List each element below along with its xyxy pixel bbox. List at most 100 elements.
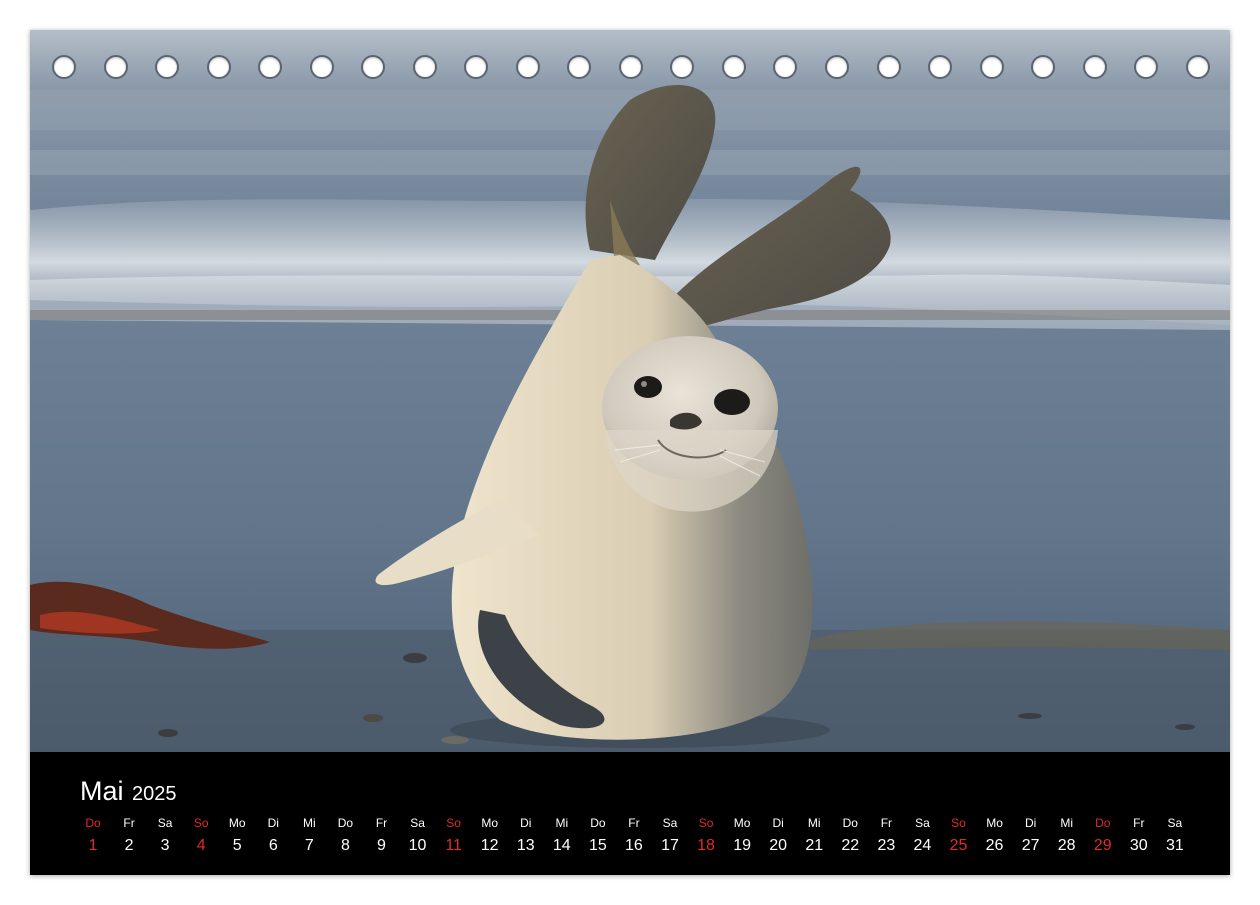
day-number: 30 <box>1129 837 1148 854</box>
day-cell: Do 8 <box>327 814 363 864</box>
day-number: 22 <box>841 837 860 854</box>
binding-hole <box>1185 55 1210 79</box>
day-number: 7 <box>304 837 314 854</box>
weekday-label: Do <box>337 816 354 830</box>
day-cell: Sa 3 <box>147 814 183 864</box>
seal-photo-illustration <box>30 30 1230 752</box>
binding-hole <box>1134 55 1159 79</box>
day-number: 3 <box>160 837 170 854</box>
day-number: 8 <box>340 837 350 854</box>
weekday-label: So <box>446 816 461 830</box>
month-title: Mai 2025 <box>80 776 176 807</box>
weekday-label: Di <box>267 816 279 830</box>
binding-hole <box>670 55 695 79</box>
day-cell: Di 27 <box>1013 814 1049 864</box>
weekday-label: Do <box>85 816 101 830</box>
day-cell: Mo 12 <box>472 814 508 864</box>
weekday-label: Mi <box>807 816 821 830</box>
day-number: 26 <box>985 837 1004 854</box>
day-cell: Sa 31 <box>1157 814 1193 864</box>
weekday-label: Mo <box>228 816 246 830</box>
day-cell: Di 6 <box>255 814 291 864</box>
weekday-label: Di <box>520 816 532 830</box>
day-number: 12 <box>480 837 499 854</box>
day-number: 11 <box>445 837 462 854</box>
weekday-label: Sa <box>157 816 173 830</box>
day-number: 16 <box>625 837 643 854</box>
day-number: 21 <box>805 837 824 854</box>
weekday-label: Do <box>590 816 606 830</box>
day-cell: So 11 <box>436 814 472 864</box>
binding-hole <box>773 55 798 79</box>
binding-hole <box>258 55 283 79</box>
day-cell: Mi 28 <box>1049 814 1085 864</box>
binding-hole <box>464 55 489 79</box>
binding-hole <box>928 55 953 79</box>
day-cell: Mo 19 <box>724 814 760 864</box>
weekday-label: Fr <box>375 816 388 830</box>
day-number: 10 <box>408 837 427 854</box>
day-cell: Fr 9 <box>364 814 400 864</box>
weekday-label: Fr <box>628 816 640 830</box>
day-cell: Fr 2 <box>111 814 147 864</box>
day-cell: Mi 21 <box>796 814 832 864</box>
day-number: 25 <box>949 837 968 854</box>
binding-hole <box>824 55 849 79</box>
day-cell: Sa 10 <box>400 814 436 864</box>
binding-hole <box>721 55 746 79</box>
binding-hole <box>876 55 901 79</box>
weekday-label: Fr <box>123 816 135 830</box>
month-year: 2025 <box>131 783 177 805</box>
binding-hole <box>515 55 540 79</box>
weekday-label: Sa <box>410 816 425 830</box>
day-cell: Do 1 <box>75 814 111 864</box>
binding-hole <box>567 55 592 79</box>
day-number: 5 <box>232 837 242 854</box>
weekday-label: Do <box>1095 816 1111 830</box>
binding-hole <box>309 55 334 79</box>
day-row: Do 1 Fr 2 Sa 3 So 4 Mo 5 Di 6 Mi 7 Do 8 Fr 9 Sa 10 So 11 Mo 12 D… <box>75 814 1193 864</box>
day-cell: Mo 26 <box>977 814 1013 864</box>
day-cell: Fr 16 <box>616 814 652 864</box>
day-number: 18 <box>697 837 715 854</box>
day-number: 6 <box>268 837 278 854</box>
day-cell: Mo 5 <box>219 814 255 864</box>
weekday-label: Mo <box>481 816 499 830</box>
day-cell: Fr 23 <box>868 814 904 864</box>
binding-hole <box>103 55 128 79</box>
day-cell: So 18 <box>688 814 724 864</box>
weekday-label: Mo <box>733 816 751 830</box>
day-cell: Di 13 <box>508 814 544 864</box>
day-number: 9 <box>377 837 386 854</box>
day-cell: Fr 30 <box>1121 814 1157 864</box>
day-cell: Do 22 <box>832 814 868 864</box>
seal-photo <box>30 30 1230 752</box>
weekday-label: So <box>193 816 209 830</box>
calendar-strip: Mai 2025 Do 1 Fr 2 Sa 3 So 4 Mo 5 Di 6 Mi 7 Do 8 Fr 9 Sa 10… <box>30 752 1230 875</box>
month-name: Mai <box>80 776 124 806</box>
weekday-label: Mi <box>303 816 316 830</box>
day-cell: Mi 7 <box>291 814 327 864</box>
weekday-label: Sa <box>915 816 930 830</box>
day-number: 4 <box>196 837 206 854</box>
weekday-label: Mo <box>986 816 1003 830</box>
binding-hole <box>1082 55 1107 79</box>
day-number: 13 <box>516 837 535 854</box>
binding-hole <box>412 55 437 79</box>
weekday-label: Fr <box>1133 816 1145 830</box>
binding-hole <box>979 55 1004 79</box>
day-number: 28 <box>1057 837 1076 854</box>
day-number: 2 <box>124 837 134 854</box>
day-number: 19 <box>733 837 752 854</box>
binding-hole <box>361 55 386 79</box>
weekday-label: Fr <box>880 816 893 830</box>
binding-hole <box>1031 55 1056 79</box>
binding-holes <box>52 55 1210 81</box>
weekday-label: Di <box>1024 816 1037 830</box>
weekday-label: Do <box>842 816 858 830</box>
binding-hole <box>155 55 180 79</box>
binding-hole <box>618 55 643 79</box>
day-number: 27 <box>1021 837 1040 854</box>
day-cell: Sa 24 <box>904 814 940 864</box>
day-number: 15 <box>588 837 607 854</box>
